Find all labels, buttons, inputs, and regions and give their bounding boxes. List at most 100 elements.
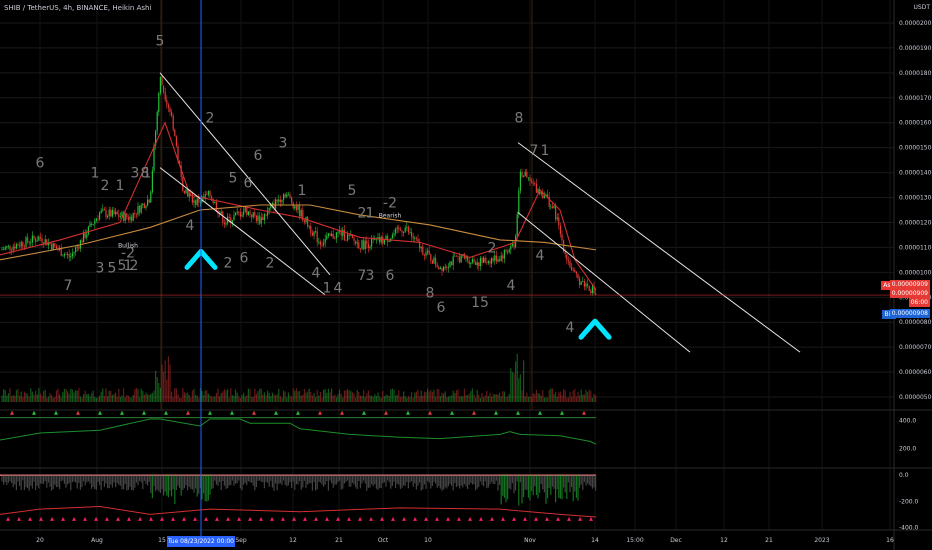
volume-bar	[523, 360, 525, 402]
wave-label: 6	[240, 250, 249, 266]
volume-bar	[164, 360, 166, 402]
candle-body	[500, 255, 502, 261]
trading-chart[interactable]: 52612 13 18 5 6631 52 1287 173 5 51242 6 241 47 3 686 1…	[0, 0, 932, 550]
volume-bar	[471, 388, 473, 402]
volume-bar	[513, 373, 515, 402]
candle-body	[191, 193, 193, 203]
volume-bar	[39, 393, 41, 402]
volume-bar	[323, 389, 325, 402]
x-tick-label: 21	[335, 537, 343, 544]
candle-body	[313, 231, 315, 236]
volume-bar	[495, 394, 497, 402]
candle-body	[529, 177, 531, 182]
candle-body	[151, 170, 153, 192]
candle-body	[479, 257, 481, 267]
candle-body	[574, 270, 576, 273]
candle-body	[39, 236, 41, 239]
candle-body	[532, 182, 534, 184]
volume-bar	[276, 393, 278, 402]
volume-bar	[358, 392, 360, 402]
candle-body	[15, 244, 17, 249]
volume-bar	[356, 389, 358, 402]
osc2-triangle-icon	[226, 516, 230, 521]
volume-bar	[25, 393, 27, 402]
volume-bar	[585, 390, 587, 402]
x-tick-label: Dec	[670, 537, 682, 544]
x-tick-label: 12	[720, 537, 728, 544]
candle-body	[387, 235, 389, 242]
volume-bar	[161, 364, 163, 402]
volume-bar	[353, 393, 355, 402]
volume-bar	[561, 395, 563, 402]
volume-bar	[236, 392, 238, 402]
volume-bar	[340, 393, 342, 402]
volume-bar	[151, 392, 153, 402]
candle-body	[111, 209, 113, 217]
osc2-triangle-icon	[413, 516, 417, 521]
osc1-tick-label: 200.0	[899, 445, 916, 452]
volume-bar	[505, 396, 507, 402]
osc2-triangle-icon	[457, 516, 461, 521]
volume-bar	[23, 391, 25, 402]
candle-body	[316, 231, 318, 243]
wave-label: 4	[312, 265, 321, 281]
volume-bar	[431, 391, 433, 402]
volume-bar	[511, 372, 513, 402]
candle-body	[259, 215, 261, 224]
osc2-triangle-icon	[501, 516, 505, 521]
candle-body	[571, 266, 573, 270]
y-tick-label: 0.00001400	[899, 170, 932, 177]
candle-body	[206, 194, 208, 196]
candle-body	[567, 260, 569, 262]
volume-bar	[411, 391, 413, 402]
candle-body	[443, 266, 445, 271]
wave-label: 2	[206, 111, 215, 127]
candle-body	[78, 246, 80, 249]
volume-bar	[99, 395, 101, 402]
volume-bar	[470, 391, 472, 402]
candle-body	[396, 227, 398, 229]
osc1-triangle-icon	[472, 410, 476, 415]
volume-bar	[311, 395, 313, 402]
volume-bar	[214, 396, 216, 402]
candle-body	[110, 209, 112, 217]
volume-bar	[332, 395, 334, 402]
candle-body	[228, 216, 230, 218]
volume-bar	[409, 396, 411, 402]
volume-bar	[52, 397, 54, 402]
volume-bar	[243, 392, 245, 402]
candle-body	[411, 231, 413, 237]
osc2-triangle-icon	[204, 516, 208, 521]
volume-bar	[140, 388, 142, 402]
volume-bar	[574, 388, 576, 402]
bid-value: 0.00000908	[889, 309, 930, 318]
volume-bar	[38, 388, 40, 402]
osc1-triangle-icon	[582, 410, 586, 415]
volume-bar	[123, 388, 125, 402]
candle-body	[1, 249, 3, 251]
volume-bar	[244, 396, 246, 402]
volume-bar	[417, 389, 419, 402]
volume-bar	[483, 397, 485, 402]
volume-bar	[583, 394, 585, 402]
wave-label: 3	[279, 136, 288, 152]
candle-body	[353, 237, 355, 241]
volume-bar	[390, 389, 392, 402]
y-tick-label: 0.00000500	[899, 394, 932, 401]
volume-bar	[228, 397, 230, 402]
wave-label: Bearish	[379, 212, 402, 219]
volume-bar	[327, 388, 329, 402]
volume-bar	[396, 394, 398, 402]
candle-body	[511, 244, 513, 246]
candle-body	[428, 250, 430, 255]
volume-bar	[515, 361, 517, 402]
candle-body	[233, 215, 235, 221]
volume-bar	[177, 394, 179, 402]
volume-bar	[572, 390, 574, 402]
candle-body	[95, 218, 97, 221]
candle-body	[103, 209, 105, 211]
candle-body	[393, 233, 395, 236]
candle-body	[414, 237, 416, 239]
osc2-line	[0, 506, 597, 518]
volume-bar	[343, 390, 345, 402]
